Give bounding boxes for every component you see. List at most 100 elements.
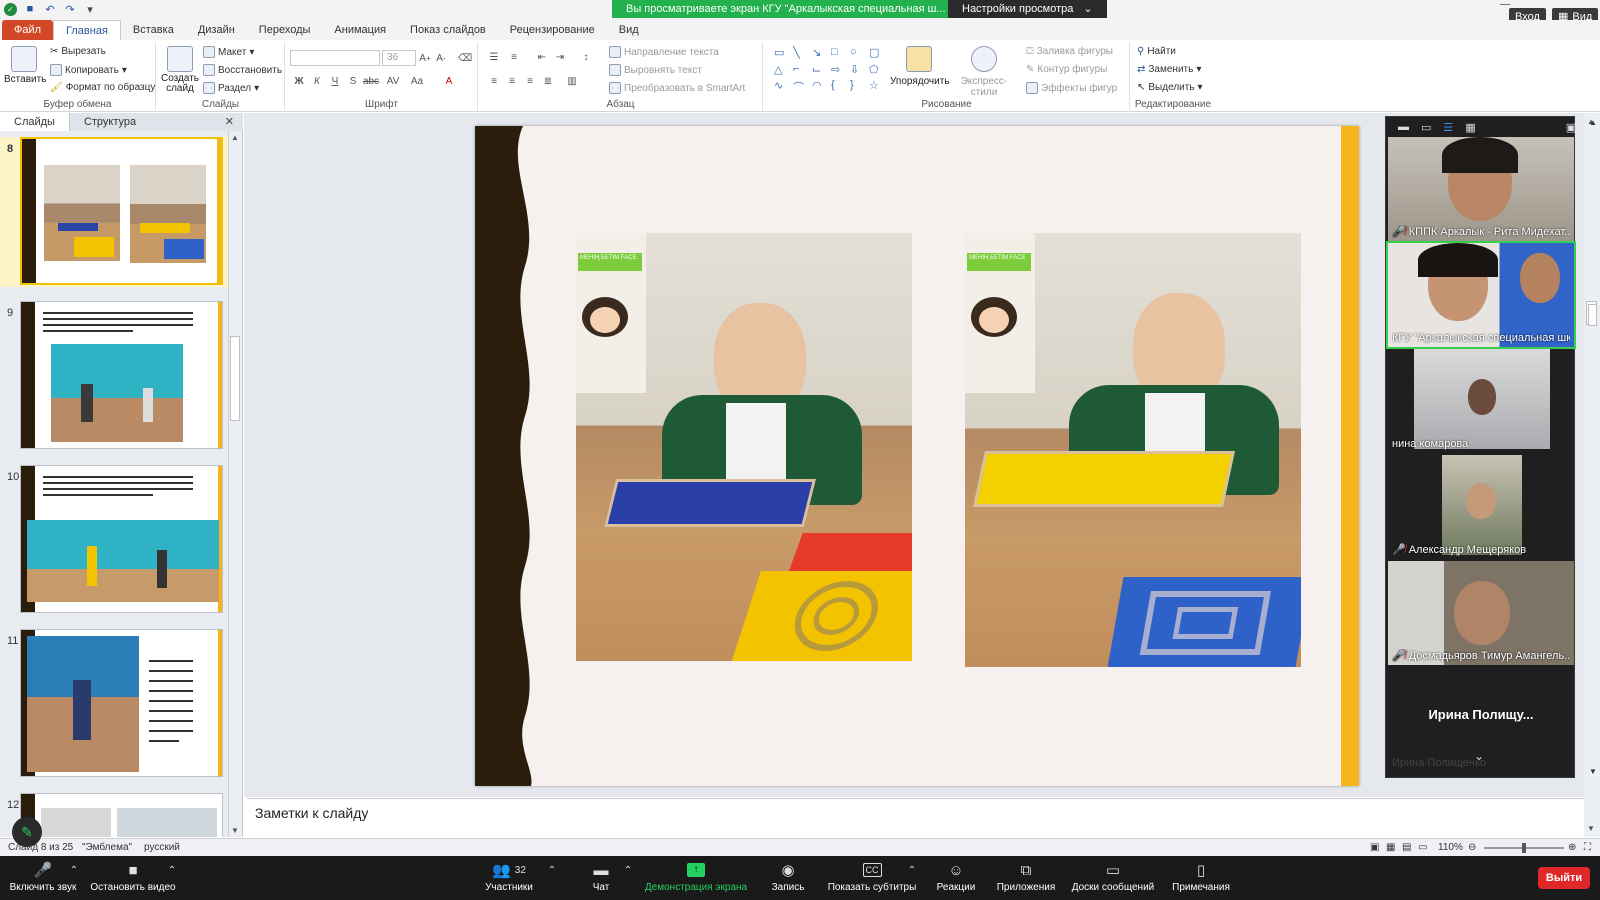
customize-toolbar-icon[interactable]: ▾ xyxy=(83,2,97,16)
participants-options-chevron[interactable]: ⌃ xyxy=(546,860,558,880)
zoom-in-icon[interactable]: ⊕ xyxy=(1568,842,1576,853)
chevron-down-icon[interactable]: ⌄ xyxy=(1474,749,1484,763)
tab-view[interactable]: Вид xyxy=(607,20,651,40)
tab-transitions[interactable]: Переходы xyxy=(247,20,323,40)
whiteboards-button[interactable]: ▭ Доски сообщений xyxy=(1068,860,1158,893)
paste-button[interactable]: Вставить xyxy=(4,46,46,85)
align-right-icon[interactable]: ≡ xyxy=(523,74,537,88)
participant-video[interactable]: 🎤̸ КППК Аркалык - Рита Мидехат... xyxy=(1388,137,1574,241)
freeform-shape-icon[interactable]: ⌒ xyxy=(793,79,809,96)
arrange-button[interactable]: Упорядочить xyxy=(890,46,950,87)
font-size-combo[interactable]: 36 xyxy=(382,50,416,66)
participants-button[interactable]: 👥 32 Участники xyxy=(478,860,540,893)
slide-photo-right[interactable]: МЕНІҢ БЕТІМ FACE xyxy=(965,233,1301,667)
tab-home[interactable]: Главная xyxy=(53,20,121,40)
apps-button[interactable]: ⧉ Приложения xyxy=(994,860,1058,894)
audio-options-chevron[interactable]: ⌃ xyxy=(68,860,80,880)
scroll-down-icon[interactable]: ▼ xyxy=(1589,767,1597,776)
cut-button[interactable]: ✂ Вырезать xyxy=(50,46,106,57)
stop-video-button[interactable]: ■ Остановить видео xyxy=(88,860,178,894)
tab-slides[interactable]: Слайды xyxy=(0,113,70,131)
triangle-shape-icon[interactable]: △ xyxy=(774,63,790,77)
slideshow-view-icon[interactable]: ▭ xyxy=(1418,842,1427,853)
quick-styles-button[interactable]: Экспресс-стили xyxy=(952,46,1016,98)
layout-button[interactable]: Макет ▾ xyxy=(203,46,254,58)
participant-video[interactable]: КГУ "Аркалыкская специальная шк... xyxy=(1386,241,1576,349)
reading-view-icon[interactable]: ▤ xyxy=(1402,842,1411,853)
elbow-shape-icon[interactable]: ⌙ xyxy=(812,63,828,77)
normal-view-icon[interactable]: ▣ xyxy=(1370,842,1379,853)
oval-shape-icon[interactable]: ○ xyxy=(850,46,866,60)
shape-outline-button[interactable]: ✎ Контур фигуры xyxy=(1026,64,1107,75)
font-name-combo[interactable] xyxy=(290,50,380,66)
select-button[interactable]: ↖ Выделить ▾ xyxy=(1137,82,1203,93)
participant-video[interactable]: 🎤̸ Досмадьяров Тимур Амангель... xyxy=(1388,561,1574,665)
notes-button[interactable]: ▯ Примечания xyxy=(1168,860,1234,893)
brace-shape-icon[interactable]: { xyxy=(831,79,847,96)
captions-button[interactable]: CC Показать субтитры xyxy=(826,860,918,893)
align-text-button[interactable]: Выровнять текст xyxy=(609,64,702,76)
textbox-shape-icon[interactable]: ▭ xyxy=(774,46,790,60)
tab-animation[interactable]: Анимация xyxy=(322,20,398,40)
minimize-icon[interactable]: ▬ xyxy=(1398,121,1409,133)
view-settings-button[interactable]: Настройки просмотра ⌄ xyxy=(948,0,1107,18)
line-spacing-icon[interactable]: ↕ xyxy=(579,50,593,64)
gallery-scrollbar[interactable]: ▲ ▼ xyxy=(1587,116,1599,778)
strikethrough-icon[interactable]: abc xyxy=(363,74,379,88)
participant-video[interactable]: 🎤̸ Александр Мещеряков xyxy=(1388,455,1574,559)
slide-thumbnail[interactable]: 11 xyxy=(0,629,228,779)
participant-video[interactable]: нина комарова xyxy=(1388,349,1574,453)
sorter-view-icon[interactable]: ▦ xyxy=(1386,842,1395,853)
video-options-chevron[interactable]: ⌃ xyxy=(166,860,178,880)
save-icon[interactable]: ■ xyxy=(23,2,37,16)
decrease-indent-icon[interactable]: ⇤ xyxy=(535,50,549,64)
close-icon[interactable]: ✕ xyxy=(225,115,234,128)
slide-photo-left[interactable]: МЕНІҢ БЕТІМ FACE xyxy=(576,233,912,661)
convert-smartart-button[interactable]: Преобразовать в SmartArt xyxy=(609,82,745,94)
current-slide[interactable]: МЕНІҢ БЕТІМ FACE МЕНІҢ БЕТІМ FACE xyxy=(475,126,1359,786)
align-left-icon[interactable]: ≡ xyxy=(487,74,501,88)
bracket-shape-icon[interactable]: } xyxy=(850,79,866,96)
slide-thumbnail[interactable]: 8 xyxy=(0,137,228,287)
record-button[interactable]: ◉ Запись xyxy=(768,860,808,893)
find-button[interactable]: ⚲ Найти xyxy=(1137,46,1176,57)
panel-scrollbar[interactable]: ▲ ▼ xyxy=(228,131,241,837)
numbering-icon[interactable]: ≡ xyxy=(507,50,521,64)
tab-outline[interactable]: Структура xyxy=(70,113,150,131)
right-arrow-shape-icon[interactable]: ⇨ xyxy=(831,63,847,77)
star-shape-icon[interactable]: ☆ xyxy=(869,79,885,96)
format-painter-button[interactable]: 🖌 Формат по образцу xyxy=(50,82,155,93)
shadow-icon[interactable]: S xyxy=(346,74,360,88)
zoom-slider[interactable] xyxy=(1484,843,1564,853)
zoom-out-icon[interactable]: ⊖ xyxy=(1468,842,1476,853)
grow-font-icon[interactable]: A + xyxy=(418,51,432,65)
copy-button[interactable]: Копировать ▾ xyxy=(50,64,127,76)
zoom-level[interactable]: 110% xyxy=(1438,842,1463,853)
section-button[interactable]: Раздел ▾ xyxy=(203,82,259,94)
pentagon-shape-icon[interactable]: ⬠ xyxy=(869,63,885,77)
shrink-font-icon[interactable]: A- xyxy=(434,51,448,65)
slide-thumbnail[interactable]: 9 xyxy=(0,301,228,451)
arc-shape-icon[interactable]: ◠ xyxy=(812,79,828,96)
case-icon[interactable]: Aa xyxy=(410,74,424,88)
line-shape-icon[interactable]: ╲ xyxy=(793,46,809,60)
connector-shape-icon[interactable]: ⌐ xyxy=(793,63,809,77)
undo-icon[interactable]: ↶ xyxy=(43,2,57,16)
bold-icon[interactable]: Ж xyxy=(292,74,306,88)
justify-icon[interactable]: ≣ xyxy=(541,74,555,88)
underline-icon[interactable]: Ч xyxy=(328,74,342,88)
chat-options-chevron[interactable]: ⌃ xyxy=(622,860,634,880)
reset-button[interactable]: Восстановить xyxy=(203,64,282,76)
strip-view-icon[interactable]: ▭ xyxy=(1421,121,1431,134)
curve-shape-icon[interactable]: ∿ xyxy=(774,79,790,96)
scrollbar-thumb[interactable] xyxy=(1588,304,1597,326)
chat-button[interactable]: ▬ Чат xyxy=(584,860,618,894)
spacing-icon[interactable]: AV xyxy=(386,74,400,88)
clear-format-icon[interactable]: ⌫ xyxy=(458,51,472,65)
rounded-rect-shape-icon[interactable]: ▢ xyxy=(869,46,885,60)
tab-file[interactable]: Файл xyxy=(2,20,54,40)
scroll-down-icon[interactable]: ▼ xyxy=(1587,824,1595,833)
reactions-button[interactable]: ☺ Реакции xyxy=(934,860,978,894)
tab-insert[interactable]: Вставка xyxy=(121,20,186,40)
shapes-gallery[interactable]: ▭ ╲ ↘ □ ○ ▢ △ ⌐ ⌙ ⇨ ⇩ ⬠ ∿ ⌒ ◠{} ☆ xyxy=(774,46,882,96)
